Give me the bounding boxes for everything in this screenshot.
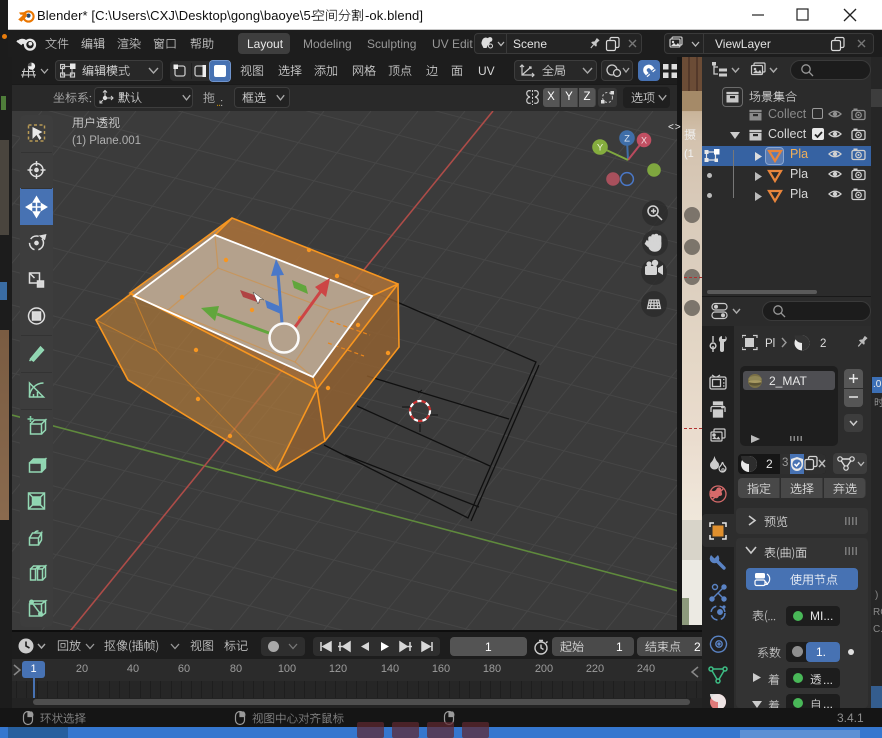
- svg-text:X: X: [641, 136, 647, 146]
- svg-text:Pl: Pl: [765, 338, 775, 350]
- svg-text:2: 2: [820, 338, 826, 350]
- svg-text:Z: Z: [624, 134, 630, 145]
- svg-text:Y: Y: [597, 143, 604, 154]
